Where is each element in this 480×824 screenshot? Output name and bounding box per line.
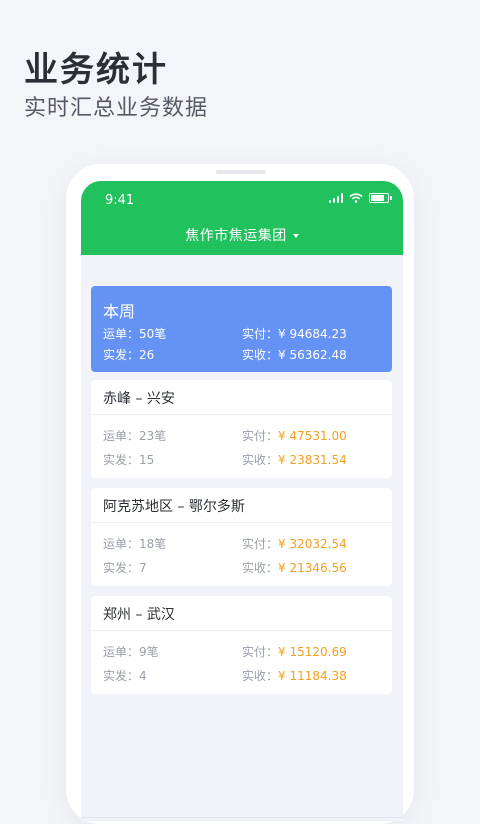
paid-label: 实付： <box>242 327 279 341</box>
route-paid: 实付：¥ 47531.00 <box>242 427 347 444</box>
paid-value: ¥ 47531.00 <box>278 429 347 443</box>
shipped-value: 7 <box>139 561 147 575</box>
waybill-label: 运单： <box>103 429 140 443</box>
shipped-label: 实发： <box>103 669 140 683</box>
waybill-value: 9笔 <box>139 645 159 659</box>
signal-icon <box>328 193 343 203</box>
summary-received: 实收：¥ 56362.48 <box>242 346 347 363</box>
received-value: ¥ 21346.56 <box>278 561 347 575</box>
caret-down-icon <box>292 234 299 238</box>
summary-waybill: 运单：50笔 <box>103 325 166 342</box>
route-card[interactable]: 赤峰 – 兴安 运单：23笔 实付：¥ 47531.00 实发：15 实收：¥ … <box>91 380 392 478</box>
shipped-label: 实发： <box>103 348 140 362</box>
waybill-value: 50笔 <box>139 327 167 341</box>
route-title: 赤峰 – 兴安 <box>103 391 175 407</box>
divider <box>91 414 392 415</box>
route-received: 实收：¥ 23831.54 <box>242 451 347 468</box>
company-name: 焦作市焦运集团 <box>185 228 287 244</box>
route-shipped: 实发：4 <box>103 667 147 684</box>
promo-title: 业务统计 <box>24 50 168 90</box>
paid-label: 实付： <box>242 645 279 659</box>
wifi-icon <box>349 193 363 203</box>
received-value: ¥ 23831.54 <box>278 453 347 467</box>
route-received: 实收：¥ 11184.38 <box>242 667 347 684</box>
summary-shipped: 实发：26 <box>103 346 154 363</box>
paid-value: ¥ 32032.54 <box>278 537 347 551</box>
route-shipped: 实发：7 <box>103 559 147 576</box>
divider <box>91 630 392 631</box>
received-value: ¥ 56362.48 <box>278 348 347 362</box>
route-title: 郑州 – 武汉 <box>103 607 175 623</box>
promo-subtitle: 实时汇总业务数据 <box>24 96 209 121</box>
divider <box>91 522 392 523</box>
received-label: 实收： <box>242 348 279 362</box>
app-screen: 9:41 焦作市焦运集团 本周 运单：50笔 实付：¥ 94684.23 实发：… <box>81 181 403 821</box>
company-selector[interactable]: 焦作市焦运集团 <box>81 225 403 245</box>
paid-label: 实付： <box>242 429 279 443</box>
route-card[interactable]: 郑州 – 武汉 运单：9笔 实付：¥ 15120.69 实发：4 实收：¥ 11… <box>91 596 392 694</box>
route-paid: 实付：¥ 32032.54 <box>242 535 347 552</box>
summary-title: 本周 <box>103 302 136 321</box>
received-label: 实收： <box>242 453 279 467</box>
status-time: 9:41 <box>105 193 135 208</box>
shipped-value: 15 <box>139 453 155 467</box>
app-header: 9:41 焦作市焦运集团 <box>81 181 403 255</box>
route-card[interactable]: 阿克苏地区 – 鄂尔多斯 运单：18笔 实付：¥ 32032.54 实发：7 实… <box>91 488 392 586</box>
route-paid: 实付：¥ 15120.69 <box>242 643 347 660</box>
route-waybill: 运单：18笔 <box>103 535 166 552</box>
route-received: 实收：¥ 21346.56 <box>242 559 347 576</box>
route-title: 阿克苏地区 – 鄂尔多斯 <box>103 499 245 515</box>
shipped-label: 实发： <box>103 453 140 467</box>
phone-speaker <box>216 170 266 174</box>
status-icons <box>328 193 392 203</box>
shipped-value: 26 <box>139 348 155 362</box>
received-value: ¥ 11184.38 <box>278 669 347 683</box>
bottom-divider <box>81 817 403 818</box>
received-label: 实收： <box>242 669 279 683</box>
waybill-label: 运单： <box>103 537 140 551</box>
waybill-label: 运单： <box>103 645 140 659</box>
paid-label: 实付： <box>242 537 279 551</box>
paid-value: ¥ 15120.69 <box>278 645 347 659</box>
week-summary-card[interactable]: 本周 运单：50笔 实付：¥ 94684.23 实发：26 实收：¥ 56362… <box>91 286 392 372</box>
received-label: 实收： <box>242 561 279 575</box>
waybill-label: 运单： <box>103 327 140 341</box>
route-waybill: 运单：23笔 <box>103 427 166 444</box>
waybill-value: 23笔 <box>139 429 167 443</box>
summary-paid: 实付：¥ 94684.23 <box>242 325 347 342</box>
shipped-label: 实发： <box>103 561 140 575</box>
paid-value: ¥ 94684.23 <box>278 327 347 341</box>
battery-icon <box>369 193 392 203</box>
route-shipped: 实发：15 <box>103 451 154 468</box>
shipped-value: 4 <box>139 669 147 683</box>
route-waybill: 运单：9笔 <box>103 643 159 660</box>
waybill-value: 18笔 <box>139 537 167 551</box>
